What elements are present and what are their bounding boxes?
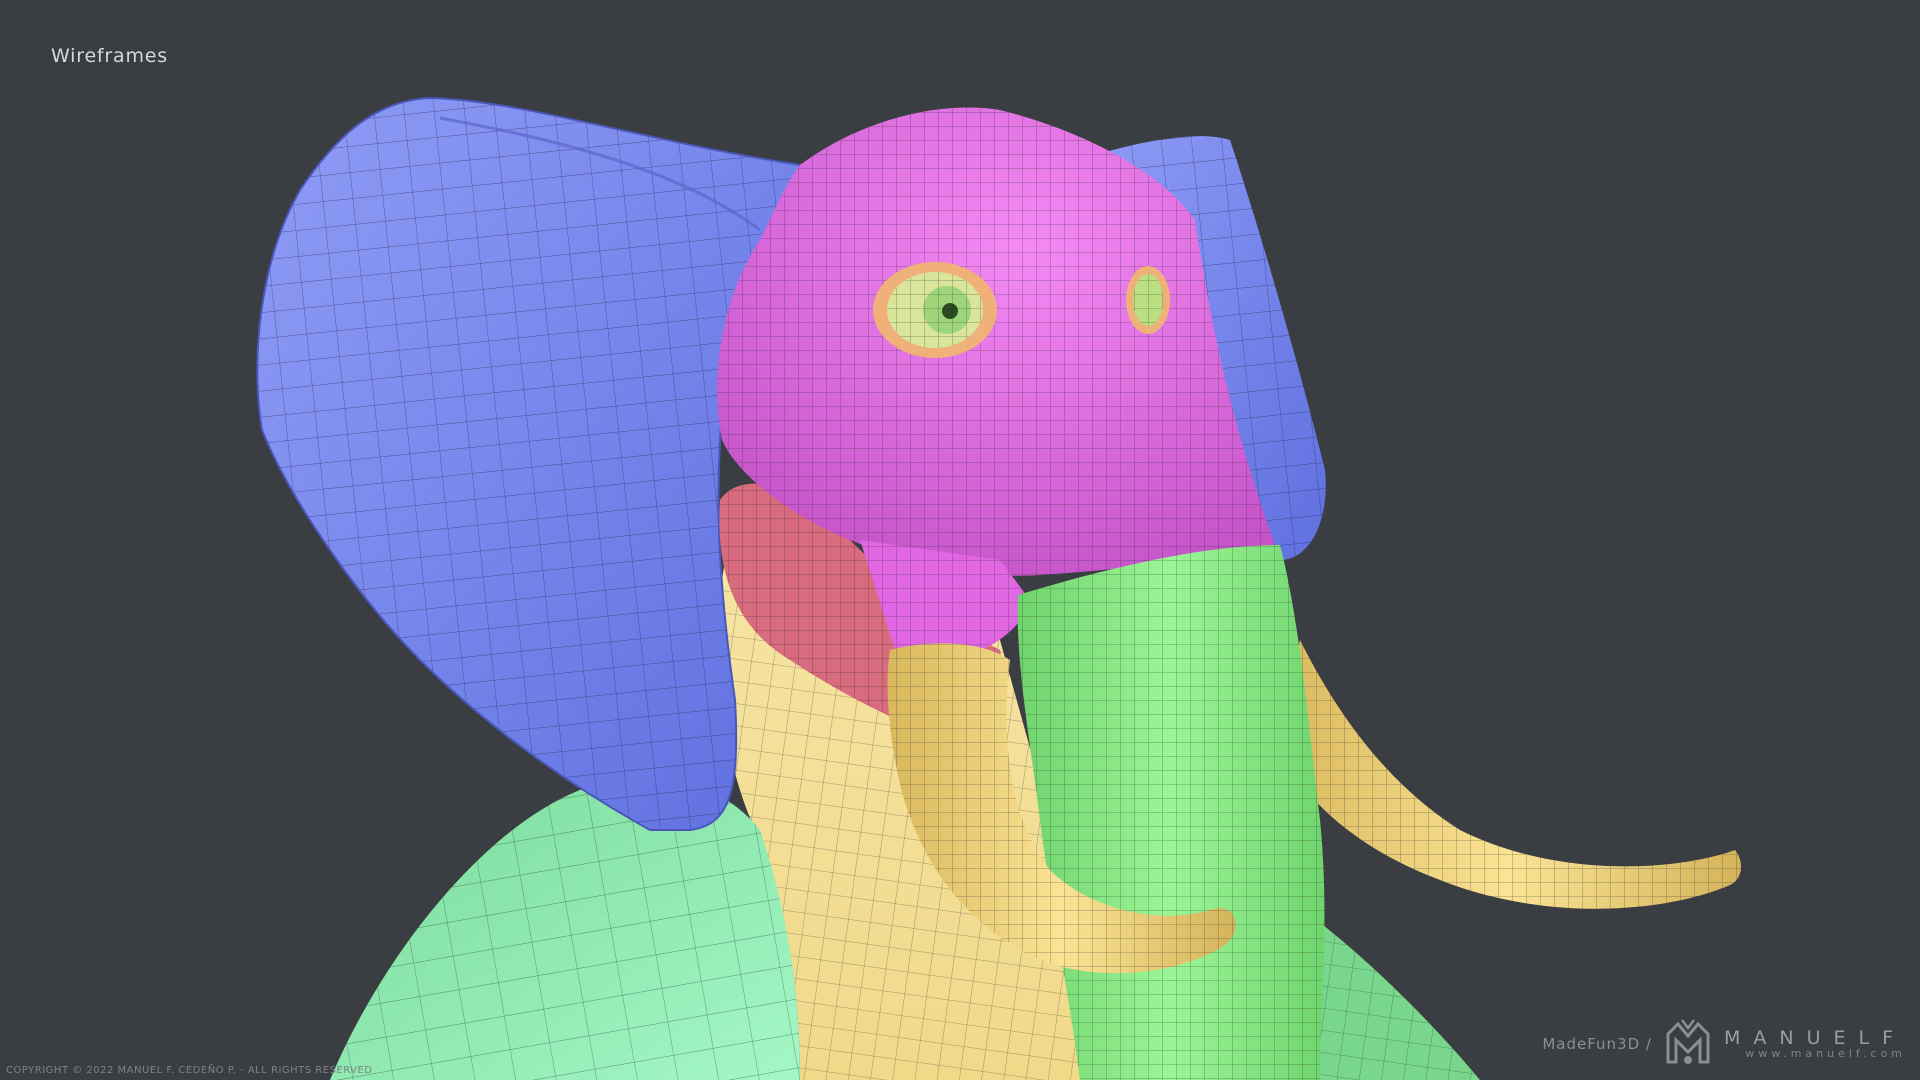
left-eye-icon xyxy=(873,262,997,358)
right-eye-icon xyxy=(1126,266,1170,334)
left-ear xyxy=(256,96,802,831)
wordmark: MANUELF xyxy=(1723,1026,1906,1049)
elephant-render xyxy=(256,96,1742,1080)
copyright-text: COPYRIGHT © 2022 MANUEL F. CEDEÑO P. - A… xyxy=(6,1065,373,1076)
manuelf-logo-icon xyxy=(1666,1019,1710,1064)
left-shoulder xyxy=(330,780,800,1080)
website-url: www.manuelf.com xyxy=(1745,1047,1906,1061)
made-label: MadeFun3D / xyxy=(1542,1035,1652,1053)
brand-signature: MadeFun3D / MANUELF www.manuelf.com xyxy=(1542,1016,1906,1072)
right-tusk xyxy=(1275,640,1742,909)
